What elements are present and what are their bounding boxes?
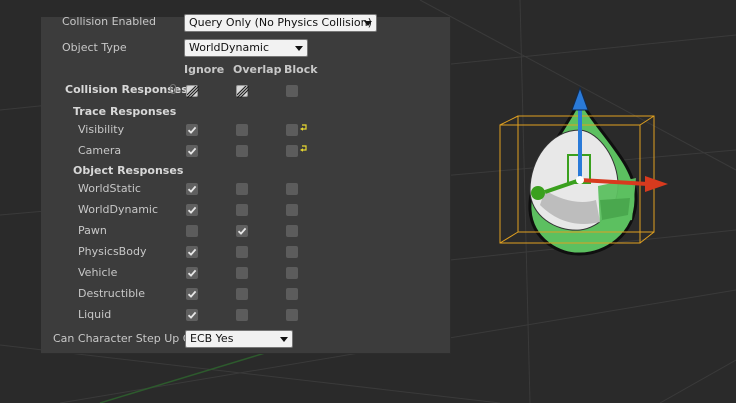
response-row-label: WorldDynamic <box>78 203 159 216</box>
block-checkbox[interactable] <box>286 204 298 216</box>
chevron-down-icon <box>295 46 303 51</box>
response-row-label: WorldStatic <box>78 182 141 195</box>
overlap-checkbox[interactable] <box>236 145 248 157</box>
ignore-checkbox[interactable] <box>186 225 198 237</box>
block-checkbox[interactable] <box>286 124 298 136</box>
step-up-dropdown[interactable]: ECB Yes <box>185 330 293 348</box>
chevron-down-icon <box>364 21 372 26</box>
checkmark-icon <box>187 147 197 155</box>
block-checkbox[interactable] <box>286 309 298 321</box>
response-row-label: Liquid <box>78 308 112 321</box>
response-row-label: PhysicsBody <box>78 245 147 258</box>
collision-enabled-label: Collision Enabled <box>62 15 157 28</box>
overlap-checkbox[interactable] <box>236 124 248 136</box>
step-up-label: Can Character Step Up O <box>53 332 192 345</box>
column-header-overlap: Overlap <box>233 63 282 76</box>
object-type-value: WorldDynamic <box>189 41 270 54</box>
collision-details-panel: Collision Enabled Query Only (No Physics… <box>41 14 451 354</box>
reset-to-default-icon[interactable] <box>300 145 308 153</box>
trace-responses-label: Trace Responses <box>73 105 177 118</box>
ignore-checkbox[interactable] <box>186 183 198 195</box>
overlap-checkbox[interactable] <box>236 204 248 216</box>
ignore-checkbox[interactable] <box>186 288 198 300</box>
ignore-checkbox[interactable] <box>186 309 198 321</box>
object-type-label: Object Type <box>62 41 127 54</box>
collision-responses-ignore-all[interactable] <box>186 85 199 98</box>
checkmark-icon <box>187 290 197 298</box>
ignore-checkbox[interactable] <box>186 246 198 258</box>
overlap-checkbox[interactable] <box>236 183 248 195</box>
overlap-checkbox[interactable] <box>236 288 248 300</box>
collision-enabled-dropdown[interactable]: Query Only (No Physics Collision) <box>184 14 377 32</box>
block-checkbox[interactable] <box>286 288 298 300</box>
reset-to-default-icon[interactable] <box>300 124 308 132</box>
overlap-checkbox[interactable] <box>236 225 248 237</box>
response-row-label: Vehicle <box>78 266 118 279</box>
block-checkbox[interactable] <box>286 267 298 279</box>
ignore-checkbox[interactable] <box>186 267 198 279</box>
ignore-checkbox[interactable] <box>186 145 198 157</box>
column-header-block: Block <box>284 63 318 76</box>
object-responses-label: Object Responses <box>73 164 184 177</box>
response-row-label: Pawn <box>78 224 107 237</box>
step-up-value: ECB Yes <box>190 332 234 345</box>
checkmark-icon <box>187 126 197 134</box>
overlap-checkbox[interactable] <box>236 309 248 321</box>
overlap-checkbox[interactable] <box>236 246 248 258</box>
collapse-icon[interactable] <box>170 84 176 94</box>
object-type-dropdown[interactable]: WorldDynamic <box>184 39 308 57</box>
checkmark-icon <box>187 206 197 214</box>
response-row-label: Camera <box>78 144 122 157</box>
checkmark-icon <box>237 227 247 235</box>
block-checkbox[interactable] <box>286 145 298 157</box>
collision-responses-block-all[interactable] <box>286 85 298 97</box>
checkmark-icon <box>187 248 197 256</box>
ignore-checkbox[interactable] <box>186 204 198 216</box>
mesh-preview[interactable] <box>528 96 638 256</box>
checkmark-icon <box>187 269 197 277</box>
collision-enabled-value: Query Only (No Physics Collision) <box>189 16 372 29</box>
chevron-down-icon <box>280 337 288 342</box>
checkmark-icon <box>187 311 197 319</box>
ignore-checkbox[interactable] <box>186 124 198 136</box>
overlap-checkbox[interactable] <box>236 267 248 279</box>
block-checkbox[interactable] <box>286 225 298 237</box>
block-checkbox[interactable] <box>286 246 298 258</box>
column-header-ignore: Ignore <box>184 63 225 76</box>
response-row-label: Destructible <box>78 287 145 300</box>
response-row-label: Visibility <box>78 123 125 136</box>
checkmark-icon <box>187 185 197 193</box>
collision-responses-overlap-all[interactable] <box>236 85 249 98</box>
block-checkbox[interactable] <box>286 183 298 195</box>
